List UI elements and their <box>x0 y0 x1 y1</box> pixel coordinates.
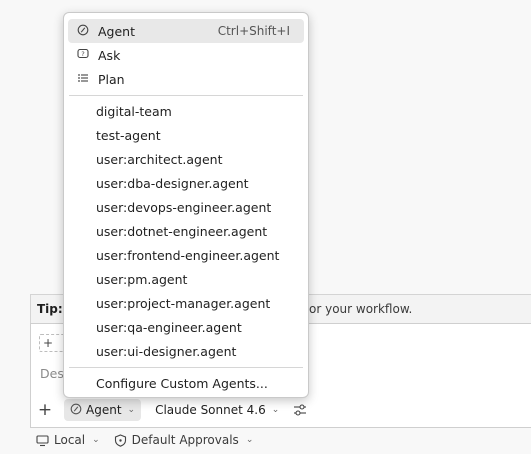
menu-divider <box>69 367 303 368</box>
chevron-down-icon: ⌄ <box>271 405 280 415</box>
menu-item-custom-agent[interactable]: user:qa-engineer.agent <box>68 315 304 339</box>
agent-mode-menu: Agent Ctrl+Shift+I ? Ask Plan digital-te… <box>63 12 309 398</box>
list-icon <box>76 72 90 87</box>
menu-item-ask[interactable]: ? Ask <box>68 43 304 67</box>
approvals-label: Default Approvals <box>131 433 239 447</box>
tip-label: Tip: <box>37 302 63 316</box>
menu-item-label: user:dotnet-engineer.agent <box>96 223 268 239</box>
menu-item-label: digital-team <box>96 103 172 119</box>
svg-text:?: ? <box>81 50 84 58</box>
menu-item-label: user:pm.agent <box>96 271 188 287</box>
menu-item-label: user:frontend-engineer.agent <box>96 247 280 263</box>
chevron-down-icon: ⌄ <box>127 405 136 415</box>
menu-item-label: Configure Custom Agents... <box>96 375 268 391</box>
tools-settings-icon[interactable] <box>293 403 307 417</box>
menu-item-label: user:architect.agent <box>96 151 223 167</box>
chat-input-placeholder[interactable]: Des <box>40 366 64 381</box>
menu-item-custom-agent[interactable]: user:ui-designer.agent <box>68 339 304 363</box>
monitor-icon <box>36 434 49 446</box>
menu-item-custom-agent[interactable]: user:dotnet-engineer.agent <box>68 219 304 243</box>
location-label: Local <box>54 433 86 447</box>
menu-item-custom-agent[interactable]: test-agent <box>68 123 304 147</box>
menu-divider <box>69 95 303 96</box>
approvals-picker[interactable]: Default Approvals ⌄ <box>114 433 254 447</box>
menu-item-label: Agent <box>98 23 135 39</box>
menu-item-custom-agent[interactable]: user:project-manager.agent <box>68 291 304 315</box>
menu-item-custom-agent[interactable]: user:pm.agent <box>68 267 304 291</box>
status-row: Local ⌄ Default Approvals ⌄ <box>36 433 267 447</box>
menu-item-custom-agent[interactable]: user:frontend-engineer.agent <box>68 243 304 267</box>
menu-item-shortcut: Ctrl+Shift+I <box>217 24 290 38</box>
add-button[interactable]: + <box>34 400 56 420</box>
menu-item-agent[interactable]: Agent Ctrl+Shift+I <box>68 19 304 43</box>
chevron-down-icon: ⌄ <box>92 435 100 445</box>
model-picker-button[interactable]: Claude Sonnet 4.6 ⌄ <box>155 403 279 417</box>
chevron-down-icon: ⌄ <box>245 435 254 445</box>
add-context-label: + <box>43 336 54 350</box>
menu-item-label: Ask <box>98 47 121 63</box>
agent-icon <box>76 24 90 39</box>
menu-item-label: user:dba-designer.agent <box>96 175 249 191</box>
menu-item-plan[interactable]: Plan <box>68 67 304 91</box>
menu-item-label: test-agent <box>96 127 161 143</box>
menu-item-label: user:project-manager.agent <box>96 295 271 311</box>
menu-item-custom-agent[interactable]: user:dba-designer.agent <box>68 171 304 195</box>
menu-item-label: user:ui-designer.agent <box>96 343 237 359</box>
configure-custom-agents-item[interactable]: Configure Custom Agents... <box>68 371 304 395</box>
menu-item-custom-agent[interactable]: digital-team <box>68 99 304 123</box>
agent-icon <box>70 403 82 418</box>
chat-toolbar: + Agent ⌄ Claude Sonnet 4.6 ⌄ <box>34 398 334 422</box>
menu-item-label: user:qa-engineer.agent <box>96 319 242 335</box>
menu-item-custom-agent[interactable]: user:devops-engineer.agent <box>68 195 304 219</box>
model-label: Claude Sonnet 4.6 <box>155 403 266 417</box>
shield-icon <box>114 433 126 447</box>
tip-text: or your workflow. <box>309 302 413 316</box>
mode-picker-button[interactable]: Agent ⌄ <box>64 399 142 421</box>
chat-icon: ? <box>76 48 90 63</box>
location-picker[interactable]: Local ⌄ <box>36 433 100 447</box>
menu-item-label: Plan <box>98 71 125 87</box>
mode-label: Agent <box>86 403 122 417</box>
menu-item-label: user:devops-engineer.agent <box>96 199 272 215</box>
menu-item-custom-agent[interactable]: user:architect.agent <box>68 147 304 171</box>
